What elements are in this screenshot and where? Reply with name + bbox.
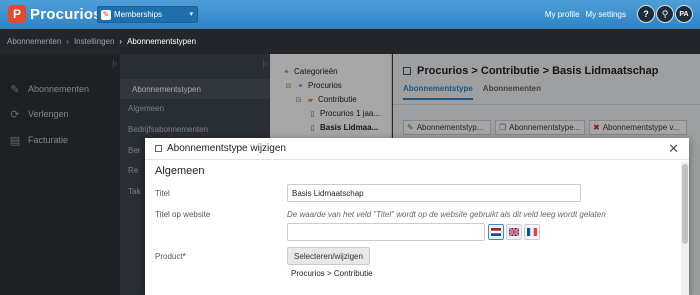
my-profile-link[interactable]: My profile — [545, 10, 580, 19]
help-icon[interactable]: ? — [637, 5, 655, 23]
section-heading: Algemeen — [155, 165, 205, 177]
my-settings-link[interactable]: My settings — [586, 10, 626, 19]
procurios-logo-icon: P — [8, 5, 26, 23]
product-label: Product* — [155, 252, 186, 261]
chevron-down-icon: ▾ — [189, 11, 193, 18]
product-label-text: Product — [155, 252, 183, 261]
titel-input[interactable]: Basis Lidmaatschap — [287, 184, 581, 202]
breadcrumb-item[interactable]: Instellingen — [74, 37, 114, 46]
memberships-icon: ✎ — [101, 9, 111, 20]
titel-label: Titel — [155, 189, 170, 198]
breadcrumb: Abonnementen › Instellingen › Abonnement… — [0, 29, 700, 54]
module-selector-label: Memberships — [114, 10, 163, 19]
required-marker: * — [182, 252, 186, 261]
website-title-label: Titel op website — [155, 210, 211, 219]
breadcrumb-separator: › — [119, 37, 123, 46]
select-product-button[interactable]: Selecteren/wijzigen — [287, 247, 370, 265]
search-icon[interactable]: ⚲ — [656, 5, 674, 23]
app-logo[interactable]: P Procurios — [8, 5, 102, 23]
breadcrumb-current: Abonnementstypen — [127, 37, 197, 46]
website-title-hint: De waarde van het veld "Titel" wordt op … — [287, 210, 606, 219]
top-bar: P Procurios ✎ Memberships ▾ My profile M… — [0, 0, 700, 29]
breadcrumb-item[interactable]: Abonnementen — [7, 37, 61, 46]
dialog-header: Abonnementstype wijzigen — [145, 138, 689, 160]
scrollbar[interactable] — [681, 162, 689, 295]
dialog-title: Abonnementstype wijzigen — [167, 143, 286, 154]
edit-dialog: Abonnementstype wijzigen ✕ Algemeen Tite… — [145, 138, 689, 295]
close-icon[interactable]: ✕ — [668, 141, 679, 157]
dialog-icon — [155, 145, 162, 152]
website-title-input[interactable] — [287, 223, 485, 241]
french-flag-icon[interactable] — [524, 224, 540, 240]
breadcrumb-separator: › — [66, 37, 69, 46]
english-flag-icon[interactable] — [506, 224, 522, 240]
product-value: Procurios > Contributie — [291, 269, 373, 278]
dutch-flag-icon[interactable] — [488, 224, 504, 240]
avatar[interactable]: PA — [675, 5, 693, 23]
app-name: Procurios — [30, 5, 102, 23]
module-selector[interactable]: ✎ Memberships ▾ — [97, 6, 198, 23]
scrollbar-thumb[interactable] — [682, 164, 688, 244]
top-links: My profile My settings — [545, 10, 626, 19]
